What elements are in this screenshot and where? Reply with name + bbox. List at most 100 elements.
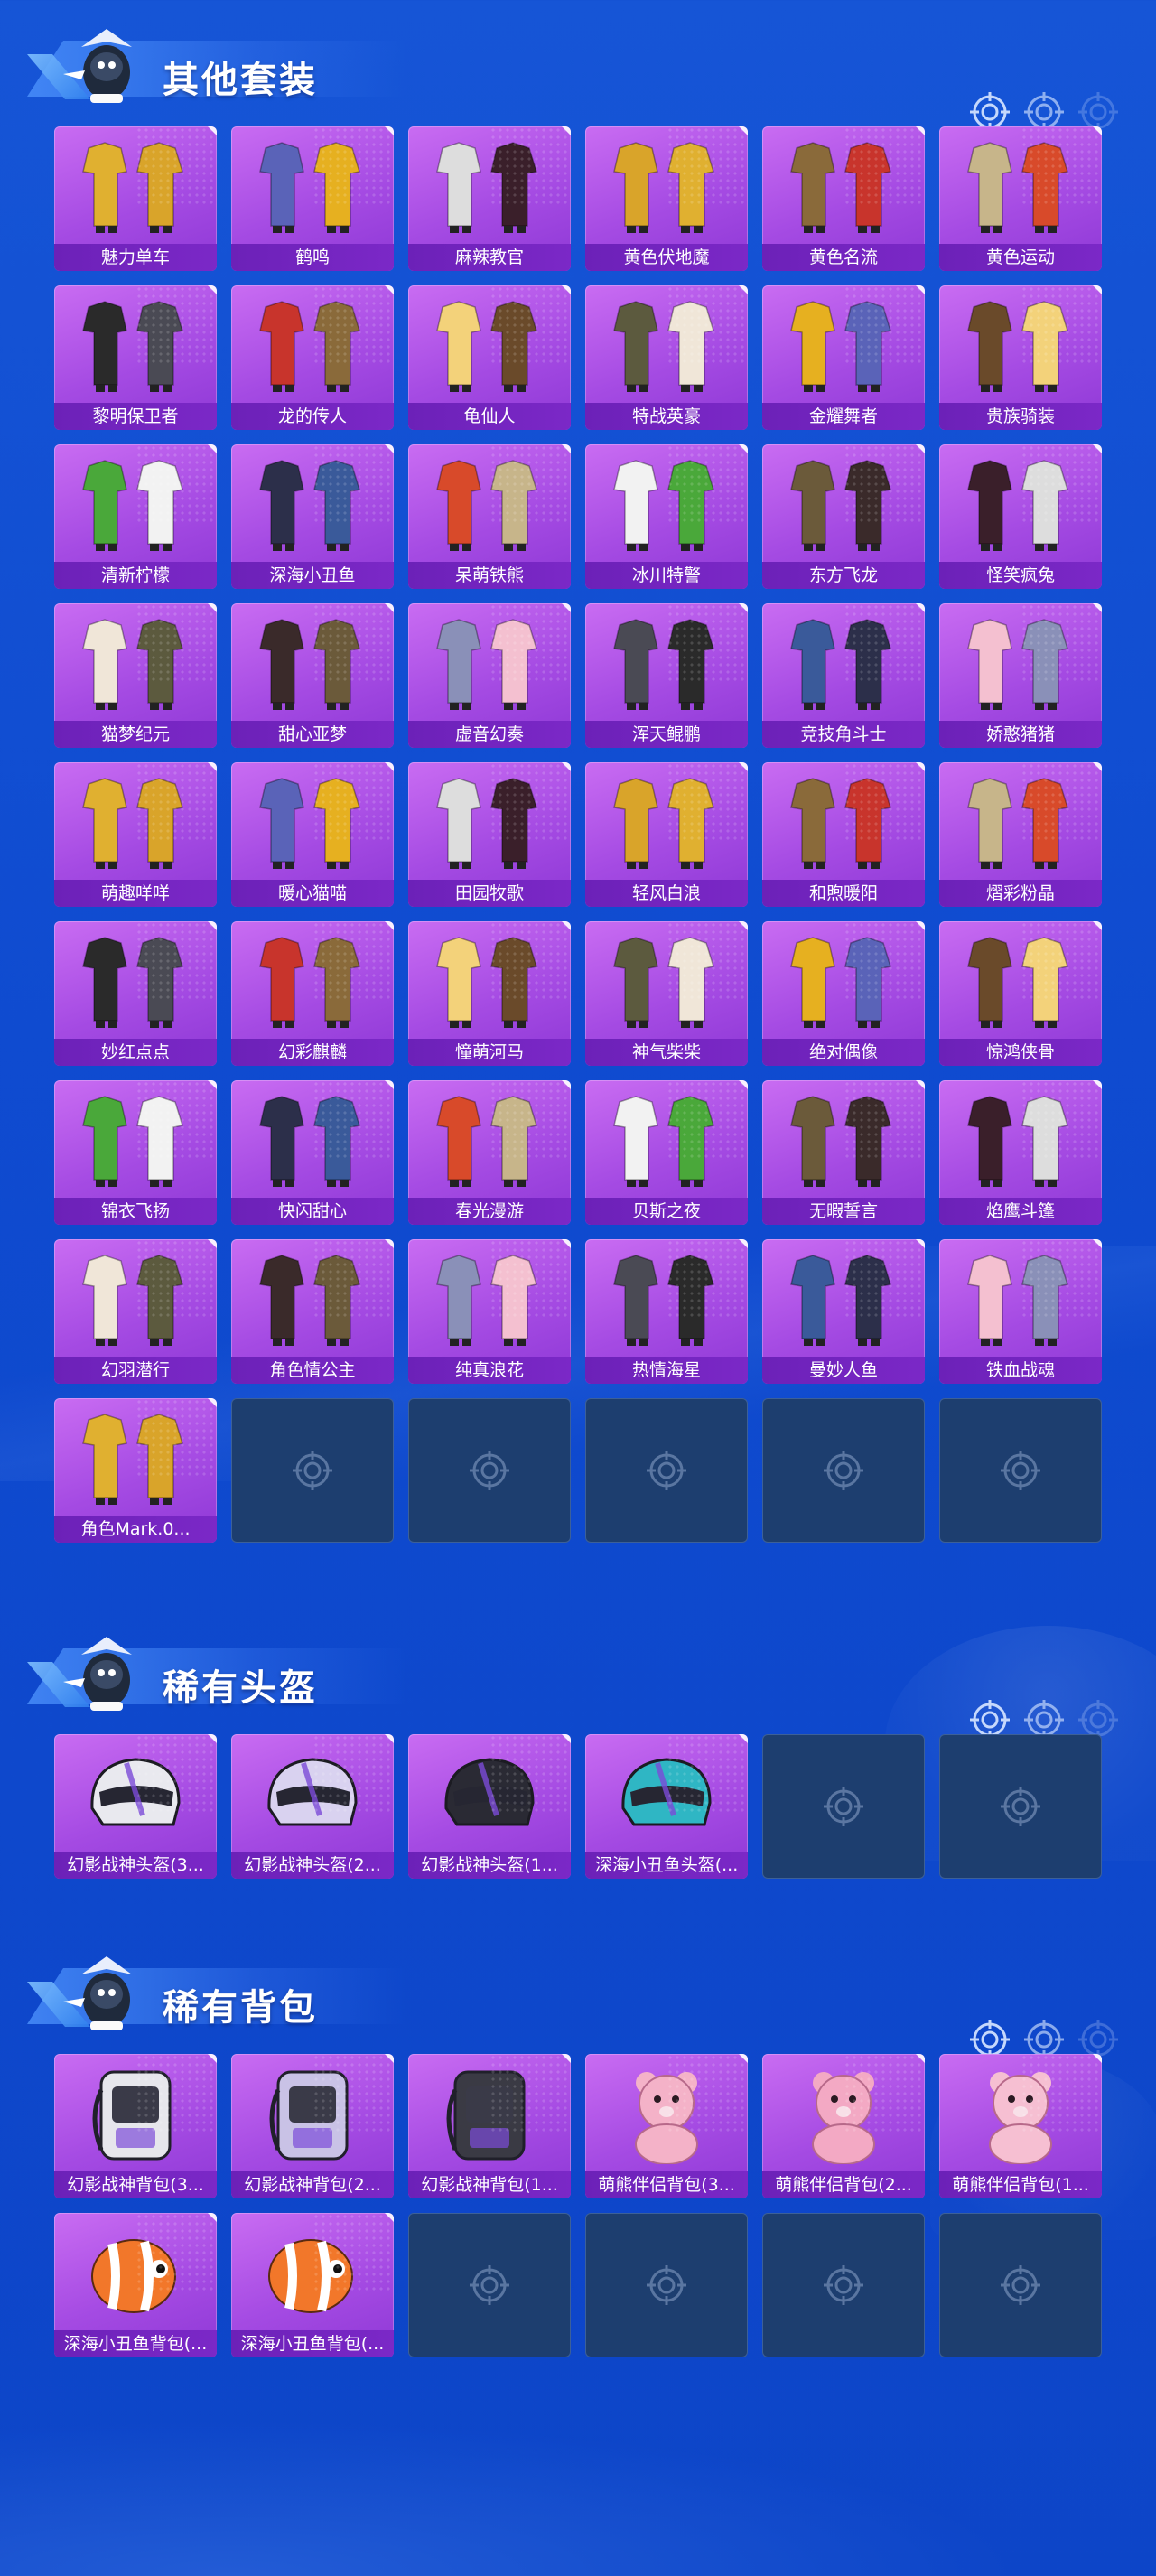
item-card[interactable]: 竞技角斗士 (762, 603, 925, 748)
item-card[interactable]: 幻羽潜行 (54, 1239, 217, 1384)
item-card[interactable]: 绝对偶像 (762, 921, 925, 1066)
item-card[interactable]: 龙的传人 (231, 285, 394, 430)
item-card[interactable]: 娇憨猪猪 (939, 603, 1102, 748)
target-icon (468, 1449, 511, 1492)
outfit-icon (790, 301, 891, 392)
section-title: 其他套装 (163, 60, 318, 101)
item-card[interactable]: 田园牧歌 (408, 762, 571, 907)
item-card[interactable]: 纯真浪花 (408, 1239, 571, 1384)
item-card[interactable]: 鹤鸣 (231, 126, 394, 271)
item-card[interactable]: 角色情公主 (231, 1239, 394, 1384)
outfit-icon (967, 142, 1068, 233)
corner-marker (739, 1080, 748, 1089)
item-label: 幻影战神背包(3... (54, 2171, 217, 2198)
item-card[interactable]: 暖心猫喵 (231, 762, 394, 907)
backpack-icon (446, 2070, 526, 2161)
item-card[interactable]: 热情海星 (585, 1239, 748, 1384)
bear-backpack-icon (812, 2072, 875, 2164)
item-card[interactable]: 麻辣教官 (408, 126, 571, 271)
item-card[interactable]: 浑天鲲鹏 (585, 603, 748, 748)
item-card[interactable]: 幻影战神头盔(3... (54, 1734, 217, 1879)
item-card[interactable]: 锦衣飞扬 (54, 1080, 217, 1225)
item-card[interactable]: 黄色运动 (939, 126, 1102, 271)
outfit-icon (613, 1096, 714, 1187)
item-card[interactable]: 贵族骑装 (939, 285, 1102, 430)
item-card[interactable]: 萌熊伴侣背包(1... (939, 2054, 1102, 2198)
item-card[interactable]: 角色Mark.0... (54, 1398, 217, 1543)
item-card[interactable]: 幻影战神背包(2... (231, 2054, 394, 2198)
item-card[interactable]: 幻影战神背包(3... (54, 2054, 217, 2198)
item-card[interactable]: 黄色名流 (762, 126, 925, 271)
item-card[interactable]: 快闪甜心 (231, 1080, 394, 1225)
section-header: 稀有头盔 (0, 1608, 1156, 1740)
corner-marker (739, 1239, 748, 1248)
item-card[interactable]: 萌熊伴侣背包(3... (585, 2054, 748, 2198)
target-icon (822, 1785, 865, 1828)
item-label: 深海小丑鱼头盔(... (585, 1852, 748, 1879)
item-card[interactable]: 深海小丑鱼头盔(... (585, 1734, 748, 1879)
corner-marker (562, 1734, 571, 1743)
section-title: 稀有背包 (163, 1987, 318, 2029)
corner-marker (562, 444, 571, 453)
item-card[interactable]: 黎明保卫者 (54, 285, 217, 430)
item-card[interactable]: 惊鸿侠骨 (939, 921, 1102, 1066)
item-card[interactable]: 怪笑疯兔 (939, 444, 1102, 589)
item-card[interactable]: 深海小丑鱼背包(... (54, 2213, 217, 2357)
item-card[interactable]: 东方飞龙 (762, 444, 925, 589)
corner-marker (385, 603, 394, 612)
corner-marker (916, 2054, 925, 2063)
outfit-icon (436, 937, 537, 1028)
outfit-icon (790, 142, 891, 233)
outfit-icon (967, 1096, 1068, 1187)
item-card[interactable]: 萌趣咩咩 (54, 762, 217, 907)
corner-marker (1093, 1080, 1102, 1089)
corner-marker (562, 1080, 571, 1089)
item-card[interactable]: 轻风白浪 (585, 762, 748, 907)
item-label: 贵族骑装 (939, 403, 1102, 430)
item-card[interactable]: 幻影战神背包(1... (408, 2054, 571, 2198)
item-card[interactable]: 萌熊伴侣背包(2... (762, 2054, 925, 2198)
outfit-icon (436, 1096, 537, 1187)
target-icon (291, 1449, 334, 1492)
corner-marker (916, 762, 925, 771)
item-label: 虚音幻奏 (408, 721, 571, 748)
item-card[interactable]: 憧萌河马 (408, 921, 571, 1066)
item-card[interactable]: 幻彩麒麟 (231, 921, 394, 1066)
item-card[interactable]: 呆萌铁熊 (408, 444, 571, 589)
item-card[interactable]: 金耀舞者 (762, 285, 925, 430)
item-card[interactable]: 黄色伏地魔 (585, 126, 748, 271)
item-card[interactable]: 虚音幻奏 (408, 603, 571, 748)
item-card[interactable]: 铁血战魂 (939, 1239, 1102, 1384)
item-card[interactable]: 深海小丑鱼背包(... (231, 2213, 394, 2357)
empty-slot (939, 1398, 1102, 1543)
item-card[interactable]: 和煦暖阳 (762, 762, 925, 907)
item-label: 猫梦纪元 (54, 721, 217, 748)
item-card[interactable]: 幻影战神头盔(2... (231, 1734, 394, 1879)
item-card[interactable]: 熠彩粉晶 (939, 762, 1102, 907)
mascot-icon (54, 20, 154, 110)
item-card[interactable]: 甜心亚梦 (231, 603, 394, 748)
item-card[interactable]: 冰川特警 (585, 444, 748, 589)
outfit-icon (259, 1096, 360, 1187)
item-card[interactable]: 无暇誓言 (762, 1080, 925, 1225)
item-card[interactable]: 曼妙人鱼 (762, 1239, 925, 1384)
item-card[interactable]: 神气柴柴 (585, 921, 748, 1066)
outfit-icon (82, 1096, 183, 1187)
item-card[interactable]: 猫梦纪元 (54, 603, 217, 748)
item-card[interactable]: 深海小丑鱼 (231, 444, 394, 589)
item-card[interactable]: 龟仙人 (408, 285, 571, 430)
corner-marker (562, 1239, 571, 1248)
section-backpacks: 稀有背包 幻影战神背包(3... 幻影战神背包(2... 幻影战神背包(1...… (0, 1927, 1156, 2357)
item-card[interactable]: 贝斯之夜 (585, 1080, 748, 1225)
item-card[interactable]: 焰鹰斗篷 (939, 1080, 1102, 1225)
item-card[interactable]: 妙红点点 (54, 921, 217, 1066)
item-label: 幻羽潜行 (54, 1357, 217, 1384)
item-card[interactable]: 特战英豪 (585, 285, 748, 430)
helmet-icon (267, 1758, 358, 1826)
item-card[interactable]: 清新柠檬 (54, 444, 217, 589)
item-card[interactable]: 魅力单车 (54, 126, 217, 271)
item-card[interactable]: 幻影战神头盔(1... (408, 1734, 571, 1879)
item-label: 妙红点点 (54, 1039, 217, 1066)
item-card[interactable]: 春光漫游 (408, 1080, 571, 1225)
outfit-icon (436, 301, 537, 392)
